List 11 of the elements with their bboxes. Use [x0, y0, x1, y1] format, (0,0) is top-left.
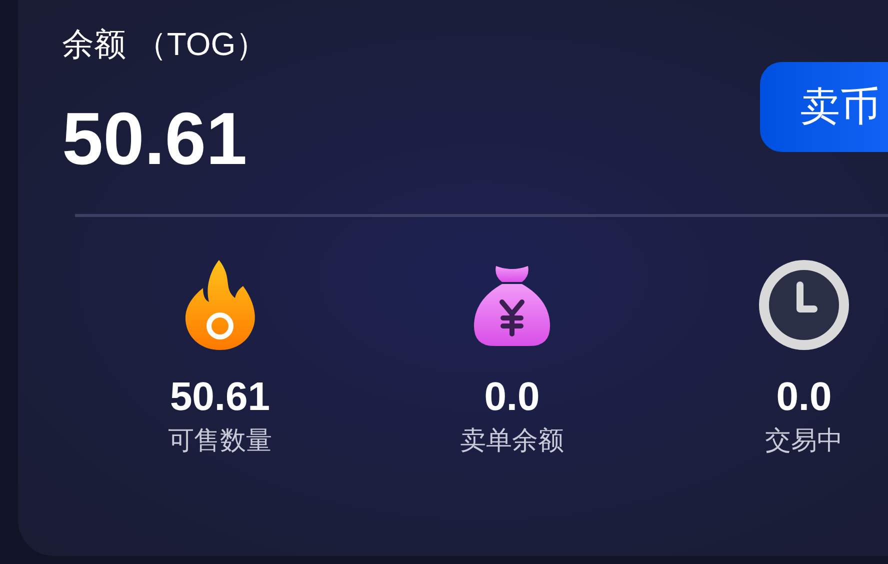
- stat-label: 可售数量: [168, 424, 272, 457]
- flame-icon: [183, 258, 257, 352]
- stat-value: 50.61: [170, 374, 270, 421]
- sell-button[interactable]: 卖币: [760, 62, 888, 152]
- stat-value: 0.0: [776, 374, 832, 421]
- stat-label: 交易中: [765, 424, 843, 457]
- stat-value: 0.0: [484, 374, 540, 421]
- clock-icon: [758, 259, 850, 351]
- balance-amount: 50.61: [62, 96, 248, 182]
- balance-label: 余额 （TOG）: [62, 25, 268, 64]
- stat-label: 卖单余额: [460, 424, 564, 457]
